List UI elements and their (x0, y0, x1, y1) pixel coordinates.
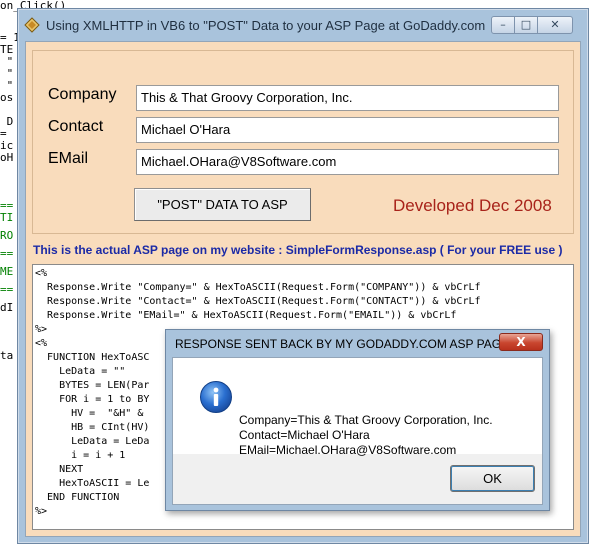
code-line: FOR i = 1 to BY (35, 394, 150, 405)
code-line: Response.Write "Contact=" & HexToASCII(R… (35, 296, 481, 307)
diamond-app-icon (24, 17, 40, 33)
close-button[interactable]: ✕ (537, 16, 573, 34)
company-field[interactable]: This & That Groovy Corporation, Inc. (136, 85, 559, 111)
window-title: Using XMLHTTP in VB6 to "POST" Data to y… (46, 18, 486, 33)
info-icon (200, 381, 232, 413)
code-line: <% (35, 338, 48, 349)
message-line-contact: Contact=Michael O'Hara (239, 428, 370, 442)
title-bar[interactable]: Using XMLHTTP in VB6 to "POST" Data to y… (18, 9, 588, 41)
code-line: HexToASCII = Le (35, 478, 150, 489)
code-line: i = i + 1 (35, 450, 126, 461)
email-field[interactable]: Michael.OHara@V8Software.com (136, 149, 559, 175)
code-line: HB = CInt(HV) (35, 422, 150, 433)
code-line: LeData = LeDa (35, 436, 150, 447)
code-line: <% (35, 268, 48, 279)
maximize-button[interactable]: □ (514, 16, 538, 34)
code-line: FUNCTION HexToASC (35, 352, 150, 363)
minimize-button[interactable]: – (491, 16, 515, 34)
message-box-close-button[interactable]: X (499, 333, 543, 351)
code-line: HV = "&H" & (35, 408, 144, 419)
code-line: %> (35, 506, 48, 517)
code-line: LeData = "" (35, 366, 126, 377)
contact-label: Contact (48, 118, 104, 135)
message-line-company: Company=This & That Groovy Corporation, … (239, 413, 493, 427)
asp-page-info: This is the actual ASP page on my websit… (33, 243, 563, 257)
email-label: EMail (48, 150, 89, 167)
post-data-button[interactable]: "POST" DATA TO ASP (134, 188, 311, 221)
response-message-box: RESPONSE SENT BACK BY MY GODADDY.COM ASP… (165, 329, 550, 511)
code-line: %> (35, 324, 48, 335)
form-panel: Company This & That Groovy Corporation, … (32, 50, 574, 234)
contact-field[interactable]: Michael O'Hara (136, 117, 559, 143)
code-line: BYTES = LEN(Par (35, 380, 150, 391)
message-box-body: Company=This & That Groovy Corporation, … (172, 357, 543, 505)
code-line: NEXT (35, 464, 84, 475)
developed-date-label: Developed Dec 2008 (393, 196, 552, 215)
code-line: Response.Write "Company=" & HexToASCII(R… (35, 282, 481, 293)
code-line: Response.Write "EMail=" & HexToASCII(Req… (35, 310, 457, 321)
ok-button[interactable]: OK (450, 465, 535, 492)
message-box-title: RESPONSE SENT BACK BY MY GODADDY.COM ASP… (175, 337, 513, 351)
company-label: Company (48, 86, 117, 103)
message-line-email: EMail=Michael.OHara@V8Software.com (239, 443, 457, 457)
code-line: END FUNCTION (35, 492, 120, 503)
message-content: Company=This & That Groovy Corporation, … (173, 358, 542, 457)
